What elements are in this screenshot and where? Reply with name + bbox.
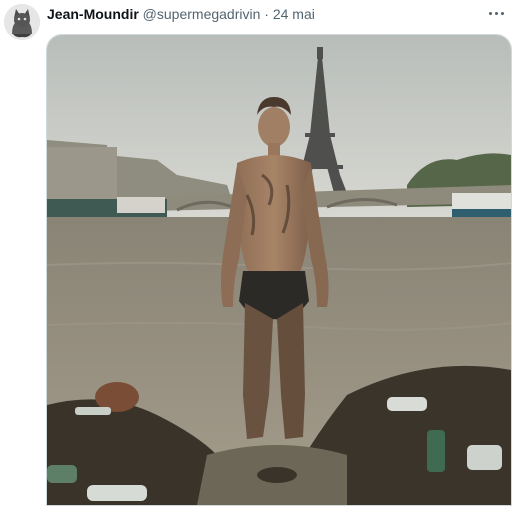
more-options-button[interactable] — [487, 4, 507, 22]
more-horizontal-icon — [489, 12, 492, 15]
author-name[interactable]: Jean-Moundir — [47, 6, 139, 22]
header-separator: · — [264, 6, 269, 22]
tweet-media-image[interactable] — [46, 34, 512, 506]
photo-scene — [47, 35, 511, 505]
author-avatar[interactable] — [4, 4, 40, 40]
author-handle[interactable]: @supermegadrivin — [143, 6, 261, 22]
tweet-date[interactable]: 24 mai — [273, 6, 315, 22]
tweet: Jean-Moundir @supermegadrivin · 24 mai — [0, 0, 513, 506]
cat-avatar-icon — [4, 4, 40, 40]
tweet-header: Jean-Moundir @supermegadrivin · 24 mai — [47, 5, 493, 25]
